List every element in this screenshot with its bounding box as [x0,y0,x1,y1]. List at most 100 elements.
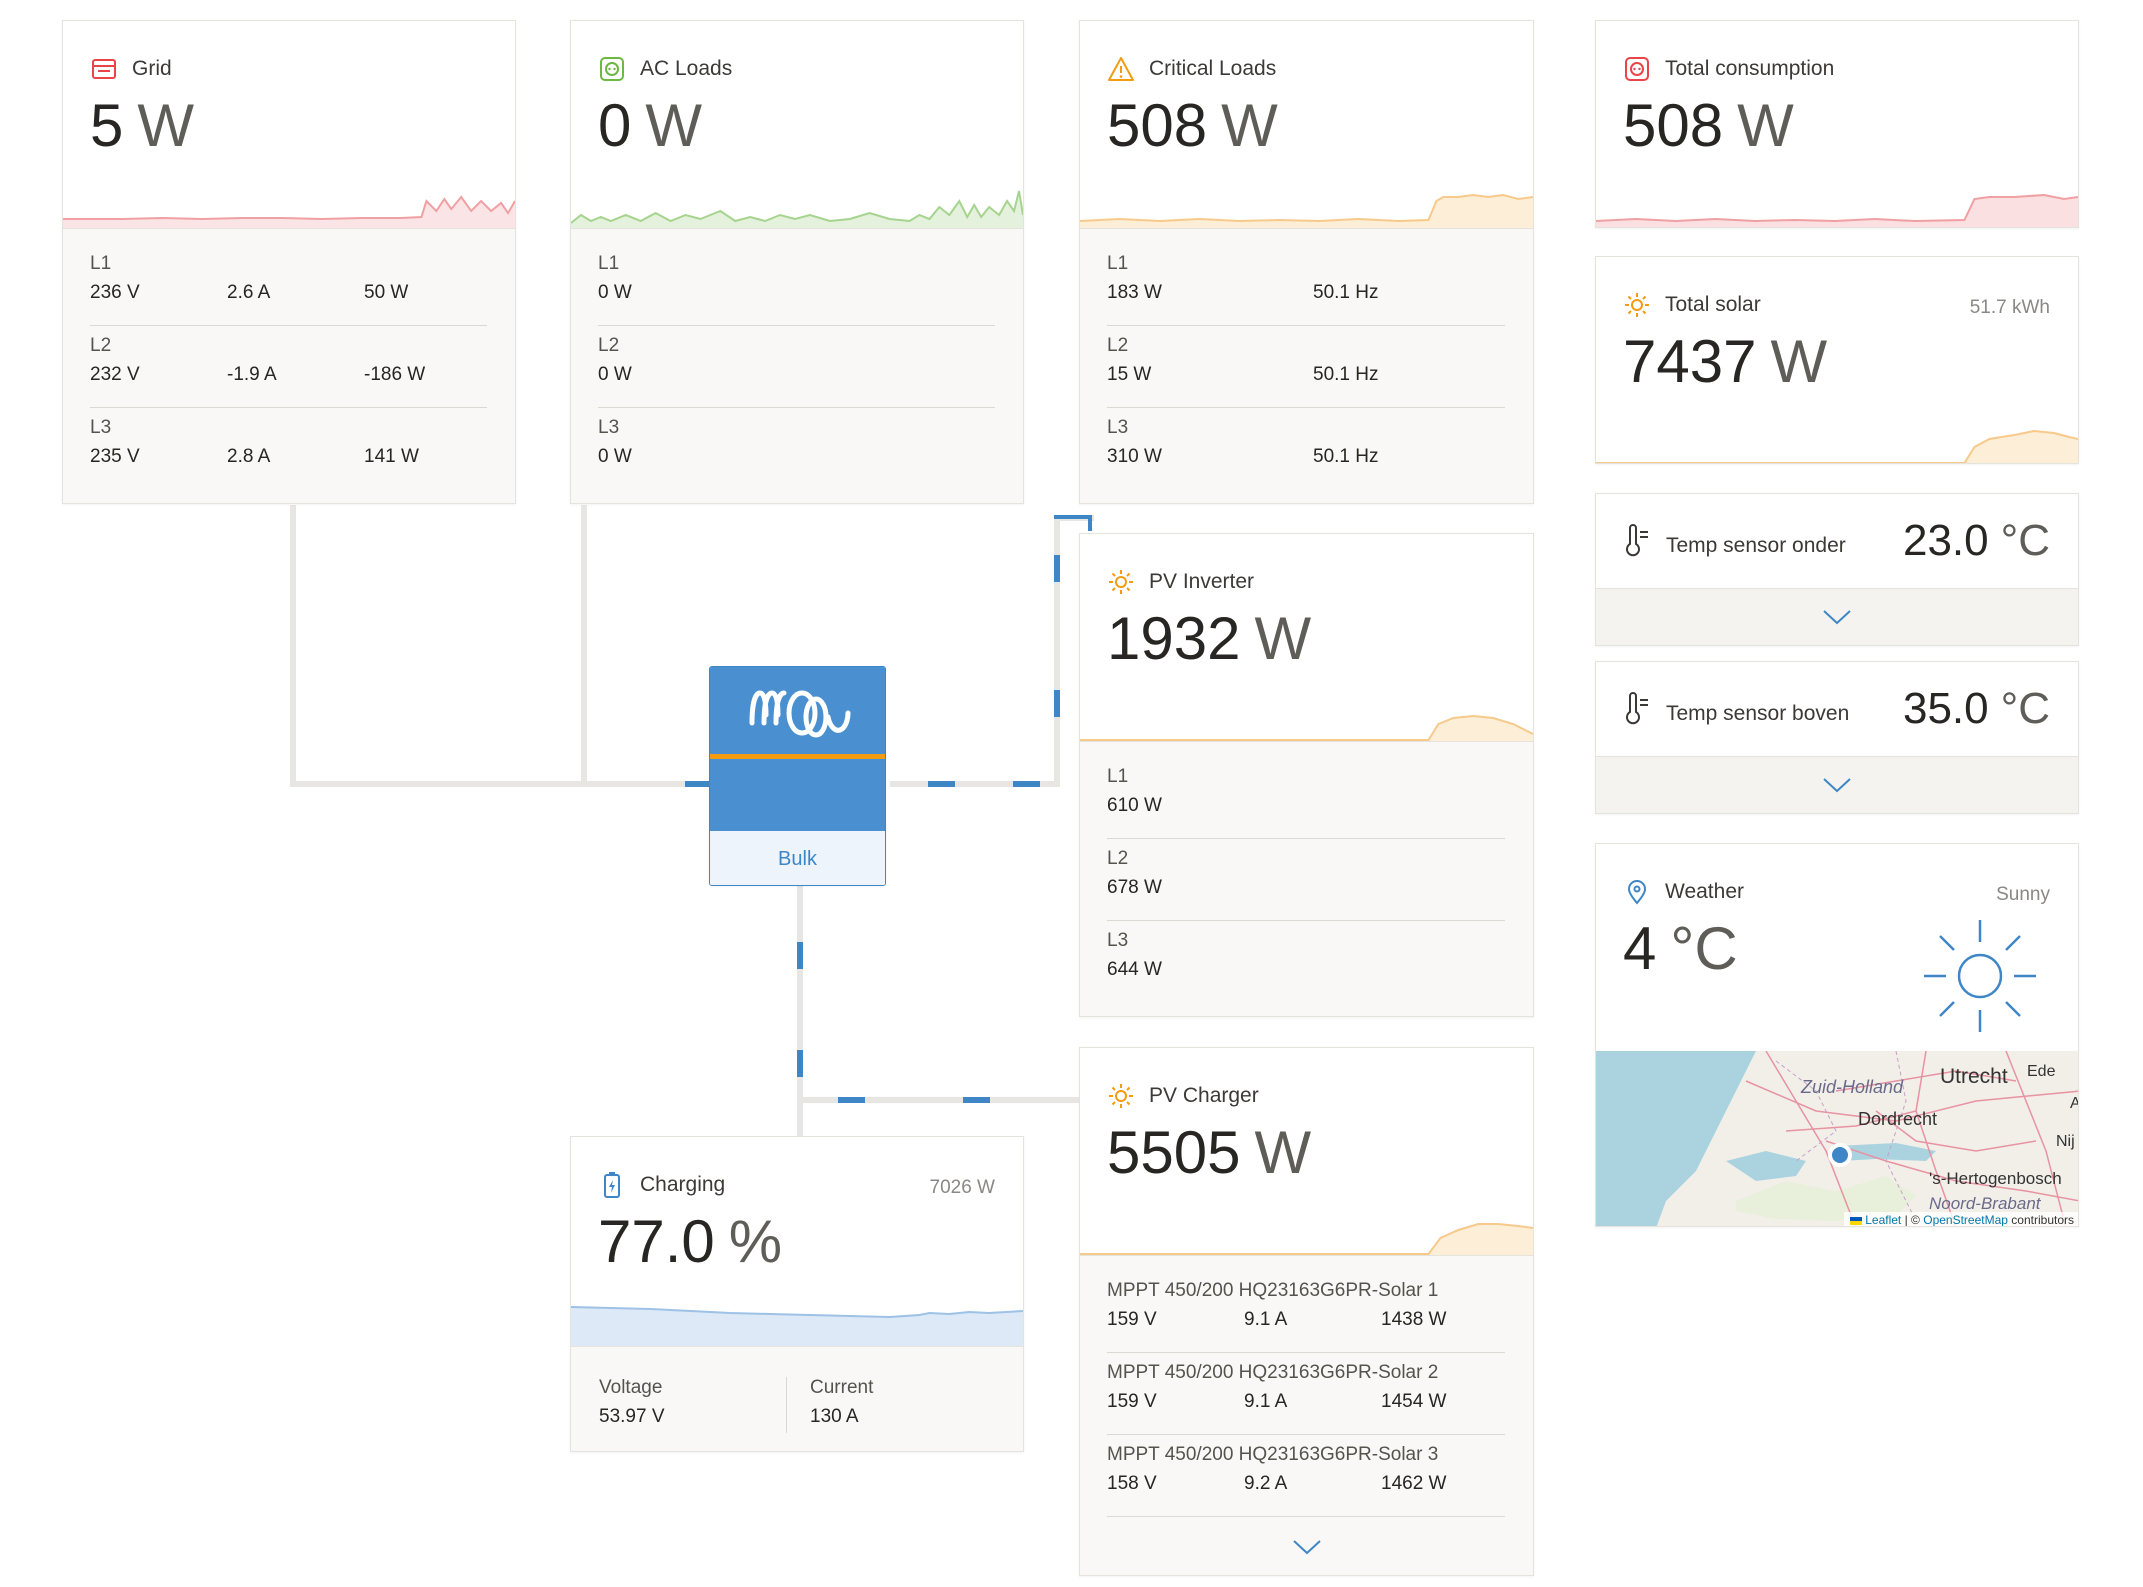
map-attribution: Leaflet | © OpenStreetMap contributors [1843,1212,2078,1226]
phase-row: L1 183 W 50.1 Hz [1107,243,1505,326]
total-consumption-title: Total consumption [1665,57,1835,80]
location-pin-icon [1627,880,1647,905]
leaflet-link[interactable]: Leaflet [1865,1213,1901,1226]
map-label: Nij [2056,1133,2075,1150]
battery-current: 130 A [810,1406,859,1427]
inverter-header [710,667,885,831]
critical-loads-power: 508 W [1107,92,1278,159]
openstreetmap-link[interactable]: OpenStreetMap [1923,1213,2008,1226]
pv-charger-card[interactable]: PV Charger 5505 W MPPT 450/200 HQ23163G6P… [1079,1047,1534,1576]
phase-row: L2 15 W 50.1 Hz [1107,325,1505,408]
pv-inverter-title: PV Inverter [1149,570,1255,593]
total-solar-sparkline [1596,429,2078,463]
grid-power: 5W [90,92,195,159]
temp-sensor-onder-title: Temp sensor onder [1666,534,1846,557]
battery-current-label: Current [810,1377,874,1398]
weather-temperature: 4 °C [1623,915,1738,982]
victron-logo-icon [749,690,851,738]
temp-sensor-boven-expand[interactable] [1596,756,2078,813]
map-label: A [2070,1095,2078,1113]
temp-sensor-boven-value: 35.0 °C [1902,684,2050,733]
grid-header: Grid [90,55,172,83]
chevron-down-icon[interactable] [1292,1538,1322,1556]
socket-icon [600,57,624,81]
battery-voltage: 53.97 V [599,1406,665,1427]
phase-row: L1 610 W [1107,756,1505,839]
divider [786,1377,787,1433]
pv-inverter-card[interactable]: PV Inverter 1932 W L1 610 W L2 678 W L3 644 … [1079,533,1534,1017]
pv-charger-list: MPPT 450/200 HQ23163G6PR-Solar 1 159 V 9.1… [1080,1255,1533,1575]
total-consumption-header: Total consumption [1623,55,1834,83]
charger-row: MPPT 450/200 HQ23163G6PR-Solar 2 159 V 9.1… [1107,1352,1505,1435]
map-label: 's-Hertogenbosch [1929,1169,2062,1188]
battery-title: Charging [640,1173,726,1196]
sun-icon [1109,1084,1133,1108]
total-solar-header: Total solar [1623,291,1761,319]
phase-row: L3 644 W [1107,930,1162,980]
total-solar-power: 7437 W [1623,328,1828,395]
chevron-down-icon[interactable] [1822,608,1852,626]
phase-row: L3 235 V 2.8 A 141 W [90,417,419,467]
critical-loads-sparkline [1080,193,1533,231]
weather-title: Weather [1665,880,1744,903]
pv-inverter-sparkline [1080,714,1533,744]
ac-loads-power: 0W [598,92,703,159]
temp-sensor-boven-title: Temp sensor boven [1666,702,1850,725]
pv-inverter-phase-list: L1 610 W L2 678 W L3 644 W [1080,741,1533,1016]
total-consumption-sparkline [1596,193,2078,227]
sun-icon [1109,570,1133,594]
ukraine-flag-icon [1849,1216,1862,1225]
temp-sensor-onder-value: 23.0 °C [1902,516,2050,565]
weather-card[interactable]: Weather Sunny 4 °C Zuid-Holland Utrecht … [1595,843,2079,1227]
chevron-down-icon[interactable] [1822,776,1852,794]
critical-loads-card[interactable]: Critical Loads 508 W L1 183 W 50.1 Hz L2 15 … [1079,20,1534,504]
weather-condition: Sunny [1996,884,2050,905]
total-solar-title: Total solar [1665,293,1761,316]
grid-phase-list: L1 236 V 2.6 A 50 W L2 232 V -1.9 A -186… [63,228,515,503]
map-label: Utrecht [1940,1065,2008,1088]
pv-inverter-power: 1932 W [1107,605,1312,672]
temp-sensor-onder-card[interactable]: Temp sensor onder 23.0 °C [1595,493,2079,646]
critical-loads-header: Critical Loads [1107,55,1276,83]
ac-loads-phase-list: L1 0 W L2 0 W L3 0 W [571,228,1023,503]
battery-card[interactable]: Charging 7026 W 77.0% Voltage 53.97 V Cu… [570,1136,1024,1452]
pv-charger-sparkline [1080,1223,1533,1258]
inverter-orange-stripe [710,754,885,759]
charger-row: MPPT 450/200 HQ23163G6PR-Solar 1 159 V 9.1… [1107,1270,1505,1353]
phase-row: L2 232 V -1.9 A -186 W [90,325,487,408]
map-label: Zuid-Holland [1801,1077,1904,1097]
pv-charger-title: PV Charger [1149,1084,1259,1107]
inverter-state: Bulk [710,831,885,885]
phase-row: L3 310 W 50.1 Hz [1107,417,1379,467]
grid-card[interactable]: Grid 5W L1 236 V 2.6 A 50 W L2 232 V -1.… [62,20,516,504]
charger-row: MPPT 450/200 HQ23163G6PR-Solar 3 158 V 9.2… [1107,1434,1505,1517]
battery-power: 7026 W [929,1177,995,1198]
critical-loads-phase-list: L1 183 W 50.1 Hz L2 15 W 50.1 Hz L3 310 W 50.1… [1080,228,1533,503]
battery-voltage-label: Voltage [599,1377,663,1398]
grid-title: Grid [132,57,172,80]
weather-map[interactable]: Zuid-Holland Utrecht Ede Dordrecht Nij '… [1596,1051,2078,1226]
sun-icon [1625,293,1649,317]
phase-row: L3 0 W [598,417,632,467]
phase-row: L2 678 W [1107,838,1505,921]
temp-sensor-boven-card[interactable]: Temp sensor boven 35.0 °C [1595,661,2079,814]
battery-header: Charging [598,1171,725,1199]
battery-details: Voltage 53.97 V Current 130 A [571,1346,1023,1451]
total-solar-energy: 51.7 kWh [1969,297,2050,318]
total-consumption-card[interactable]: Total consumption 508 W [1595,20,2079,228]
weather-header: Weather [1623,878,1744,906]
map-label: Noord-Brabant [1929,1194,2041,1213]
total-solar-card[interactable]: Total solar 51.7 kWh 7437 W [1595,256,2079,464]
ac-loads-title: AC Loads [640,57,733,80]
critical-loads-title: Critical Loads [1149,57,1277,80]
inverter-charger-card[interactable]: Bulk [709,666,886,886]
thermometer-icon [1626,692,1648,725]
grid-sparkline [63,195,515,231]
phase-row: L1 236 V 2.6 A 50 W [90,243,487,326]
ac-loads-card[interactable]: AC Loads 0W L1 0 W L2 0 W L3 0 W [570,20,1024,504]
sun-icon [1924,920,2036,1032]
map-label: Dordrecht [1858,1109,1938,1129]
socket-icon [1625,57,1649,81]
temp-sensor-onder-expand[interactable] [1596,588,2078,645]
pv-charger-power: 5505 W [1107,1119,1312,1186]
